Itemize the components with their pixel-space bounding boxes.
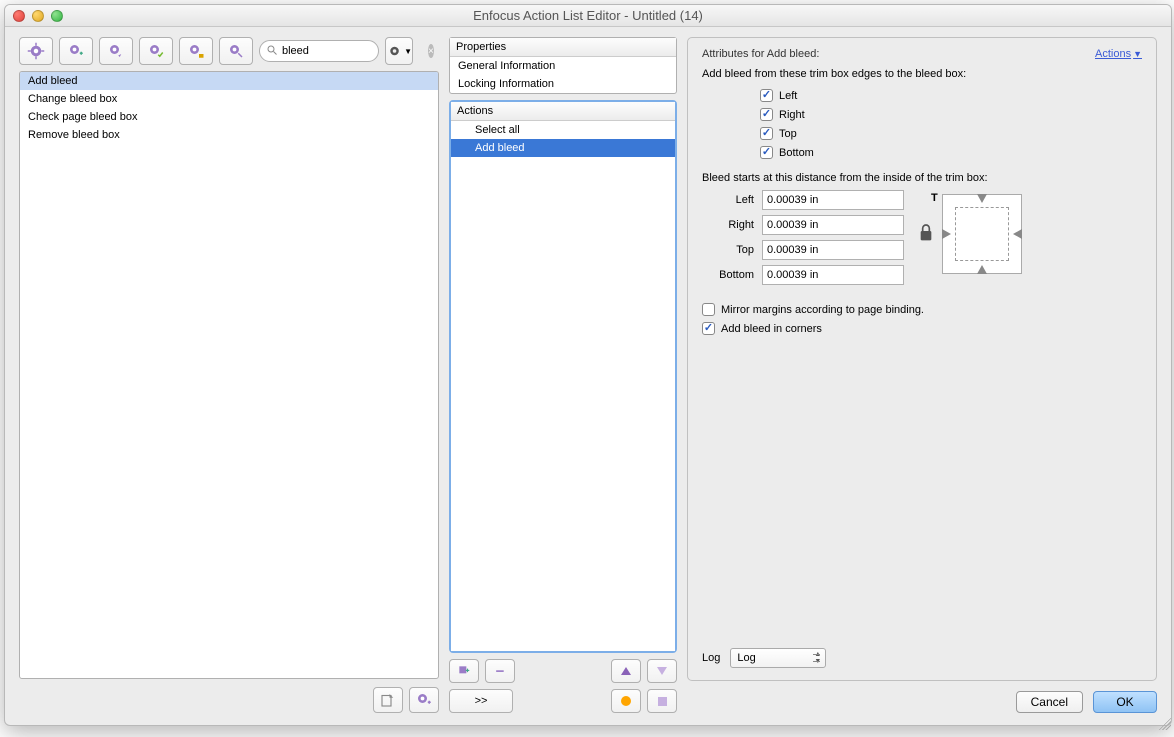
toolbar-gear-check[interactable] [139,37,173,65]
add-icon [457,664,471,678]
checkbox-label: Top [779,128,797,140]
arrow-icon [977,265,987,274]
toolbar-gear-find[interactable] [19,37,53,65]
window-title: Enfocus Action List Editor - Untitled (1… [13,8,1163,23]
result-item[interactable]: Add bleed [20,72,438,90]
result-item[interactable]: Remove bleed box [20,126,438,144]
checkbox-label: Mirror margins according to page binding… [721,304,924,316]
app-window: Enfocus Action List Editor - Untitled (1… [4,4,1172,726]
attributes-panel: Attributes for Add bleed: Add bleed from… [687,37,1157,681]
checkbox-label: Right [779,109,805,121]
move-down-button[interactable] [647,659,677,683]
triangle-down-icon [657,667,667,675]
minimize-window-button[interactable] [32,10,44,22]
arrow-icon [1013,229,1022,239]
log-select[interactable]: Log ▲▼ [730,648,826,668]
dim-label: Right [702,219,754,231]
add-action-button[interactable] [449,659,479,683]
add-bleed-corners-checkbox[interactable] [702,322,715,335]
lock-icon[interactable] [918,223,934,246]
export-icon [379,691,397,709]
edge-top-checkbox[interactable] [760,127,773,140]
log-label: Log [702,652,720,664]
cancel-button[interactable]: Cancel [1016,691,1083,713]
toolbar-gear-config[interactable] [219,37,253,65]
margins-diagram: T [942,194,1022,274]
dim-label: Bottom [702,269,754,281]
properties-panel: Properties General Information Locking I… [449,37,677,94]
dim-label: Left [702,194,754,206]
gear-icon [27,42,45,60]
dim-label: Top [702,244,754,256]
dim-bottom-input[interactable] [762,265,904,285]
result-item[interactable]: Change bleed box [20,90,438,108]
distance-heading: Bleed starts at this distance from the i… [702,172,1142,184]
checkbox-label: Bottom [779,147,814,159]
toolbar-gear-add[interactable] [59,37,93,65]
expand-button[interactable]: >> [449,689,513,713]
toolbar-settings-menu[interactable]: ▼ [385,37,413,65]
dim-right-input[interactable] [762,215,904,235]
chevron-down-icon: ▼ [404,47,412,56]
search-icon [266,44,278,59]
export-button[interactable] [373,687,403,713]
select-arrows-icon: ▲▼ [814,651,821,665]
properties-row[interactable]: General Information [450,57,676,75]
arrow-icon [942,229,951,239]
gear-plus-icon [415,691,433,709]
search-input-wrapper: × [259,40,379,62]
actions-panel: Actions Select all Add bleed [449,100,677,653]
stop-button[interactable] [647,689,677,713]
stop-icon [658,697,667,706]
gear-wrench-icon [227,42,245,60]
properties-row[interactable]: Locking Information [450,75,676,93]
close-window-button[interactable] [13,10,25,22]
minus-icon: − [496,663,505,680]
dim-left-input[interactable] [762,190,904,210]
result-item[interactable]: Check page bleed box [20,108,438,126]
panel-header: Properties [450,38,676,57]
toolbar-gear-replace[interactable] [99,37,133,65]
remove-action-button[interactable]: − [485,659,515,683]
arrow-icon [977,194,987,203]
clear-search-button[interactable]: × [428,44,434,58]
attributes-intro: Add bleed from these trim box edges to t… [702,68,966,80]
record-button[interactable] [611,689,641,713]
edge-right-checkbox[interactable] [760,108,773,121]
gear-plus-icon [67,42,85,60]
edge-bottom-checkbox[interactable] [760,146,773,159]
zoom-window-button[interactable] [51,10,63,22]
action-row[interactable]: Add bleed [451,139,675,157]
attributes-title: Attributes for Add bleed: [702,48,966,60]
edge-left-checkbox[interactable] [760,89,773,102]
actions-dropdown-link[interactable]: Actions▼ [1095,48,1142,60]
mirror-margins-checkbox[interactable] [702,303,715,316]
search-results-list[interactable]: Add bleed Change bleed box Check page bl… [19,71,439,679]
move-up-button[interactable] [611,659,641,683]
record-icon [621,696,631,706]
checkbox-label: Add bleed in corners [721,323,822,335]
gear-icon [386,42,403,60]
chevron-down-icon: ▼ [1133,49,1142,59]
gear-lock-icon [187,42,205,60]
gear-arrow-icon [107,42,125,60]
action-row[interactable]: Select all [451,121,675,139]
diagram-t-label: T [931,192,938,204]
resize-handle[interactable] [1159,718,1171,726]
gear-check-icon [147,42,165,60]
titlebar: Enfocus Action List Editor - Untitled (1… [5,5,1171,27]
triangle-up-icon [621,667,631,675]
panel-header: Actions [451,102,675,121]
toolbar-gear-secure[interactable] [179,37,213,65]
dim-top-input[interactable] [762,240,904,260]
checkbox-label: Left [779,90,797,102]
ok-button[interactable]: OK [1093,691,1157,713]
add-action-list-button[interactable] [409,687,439,713]
